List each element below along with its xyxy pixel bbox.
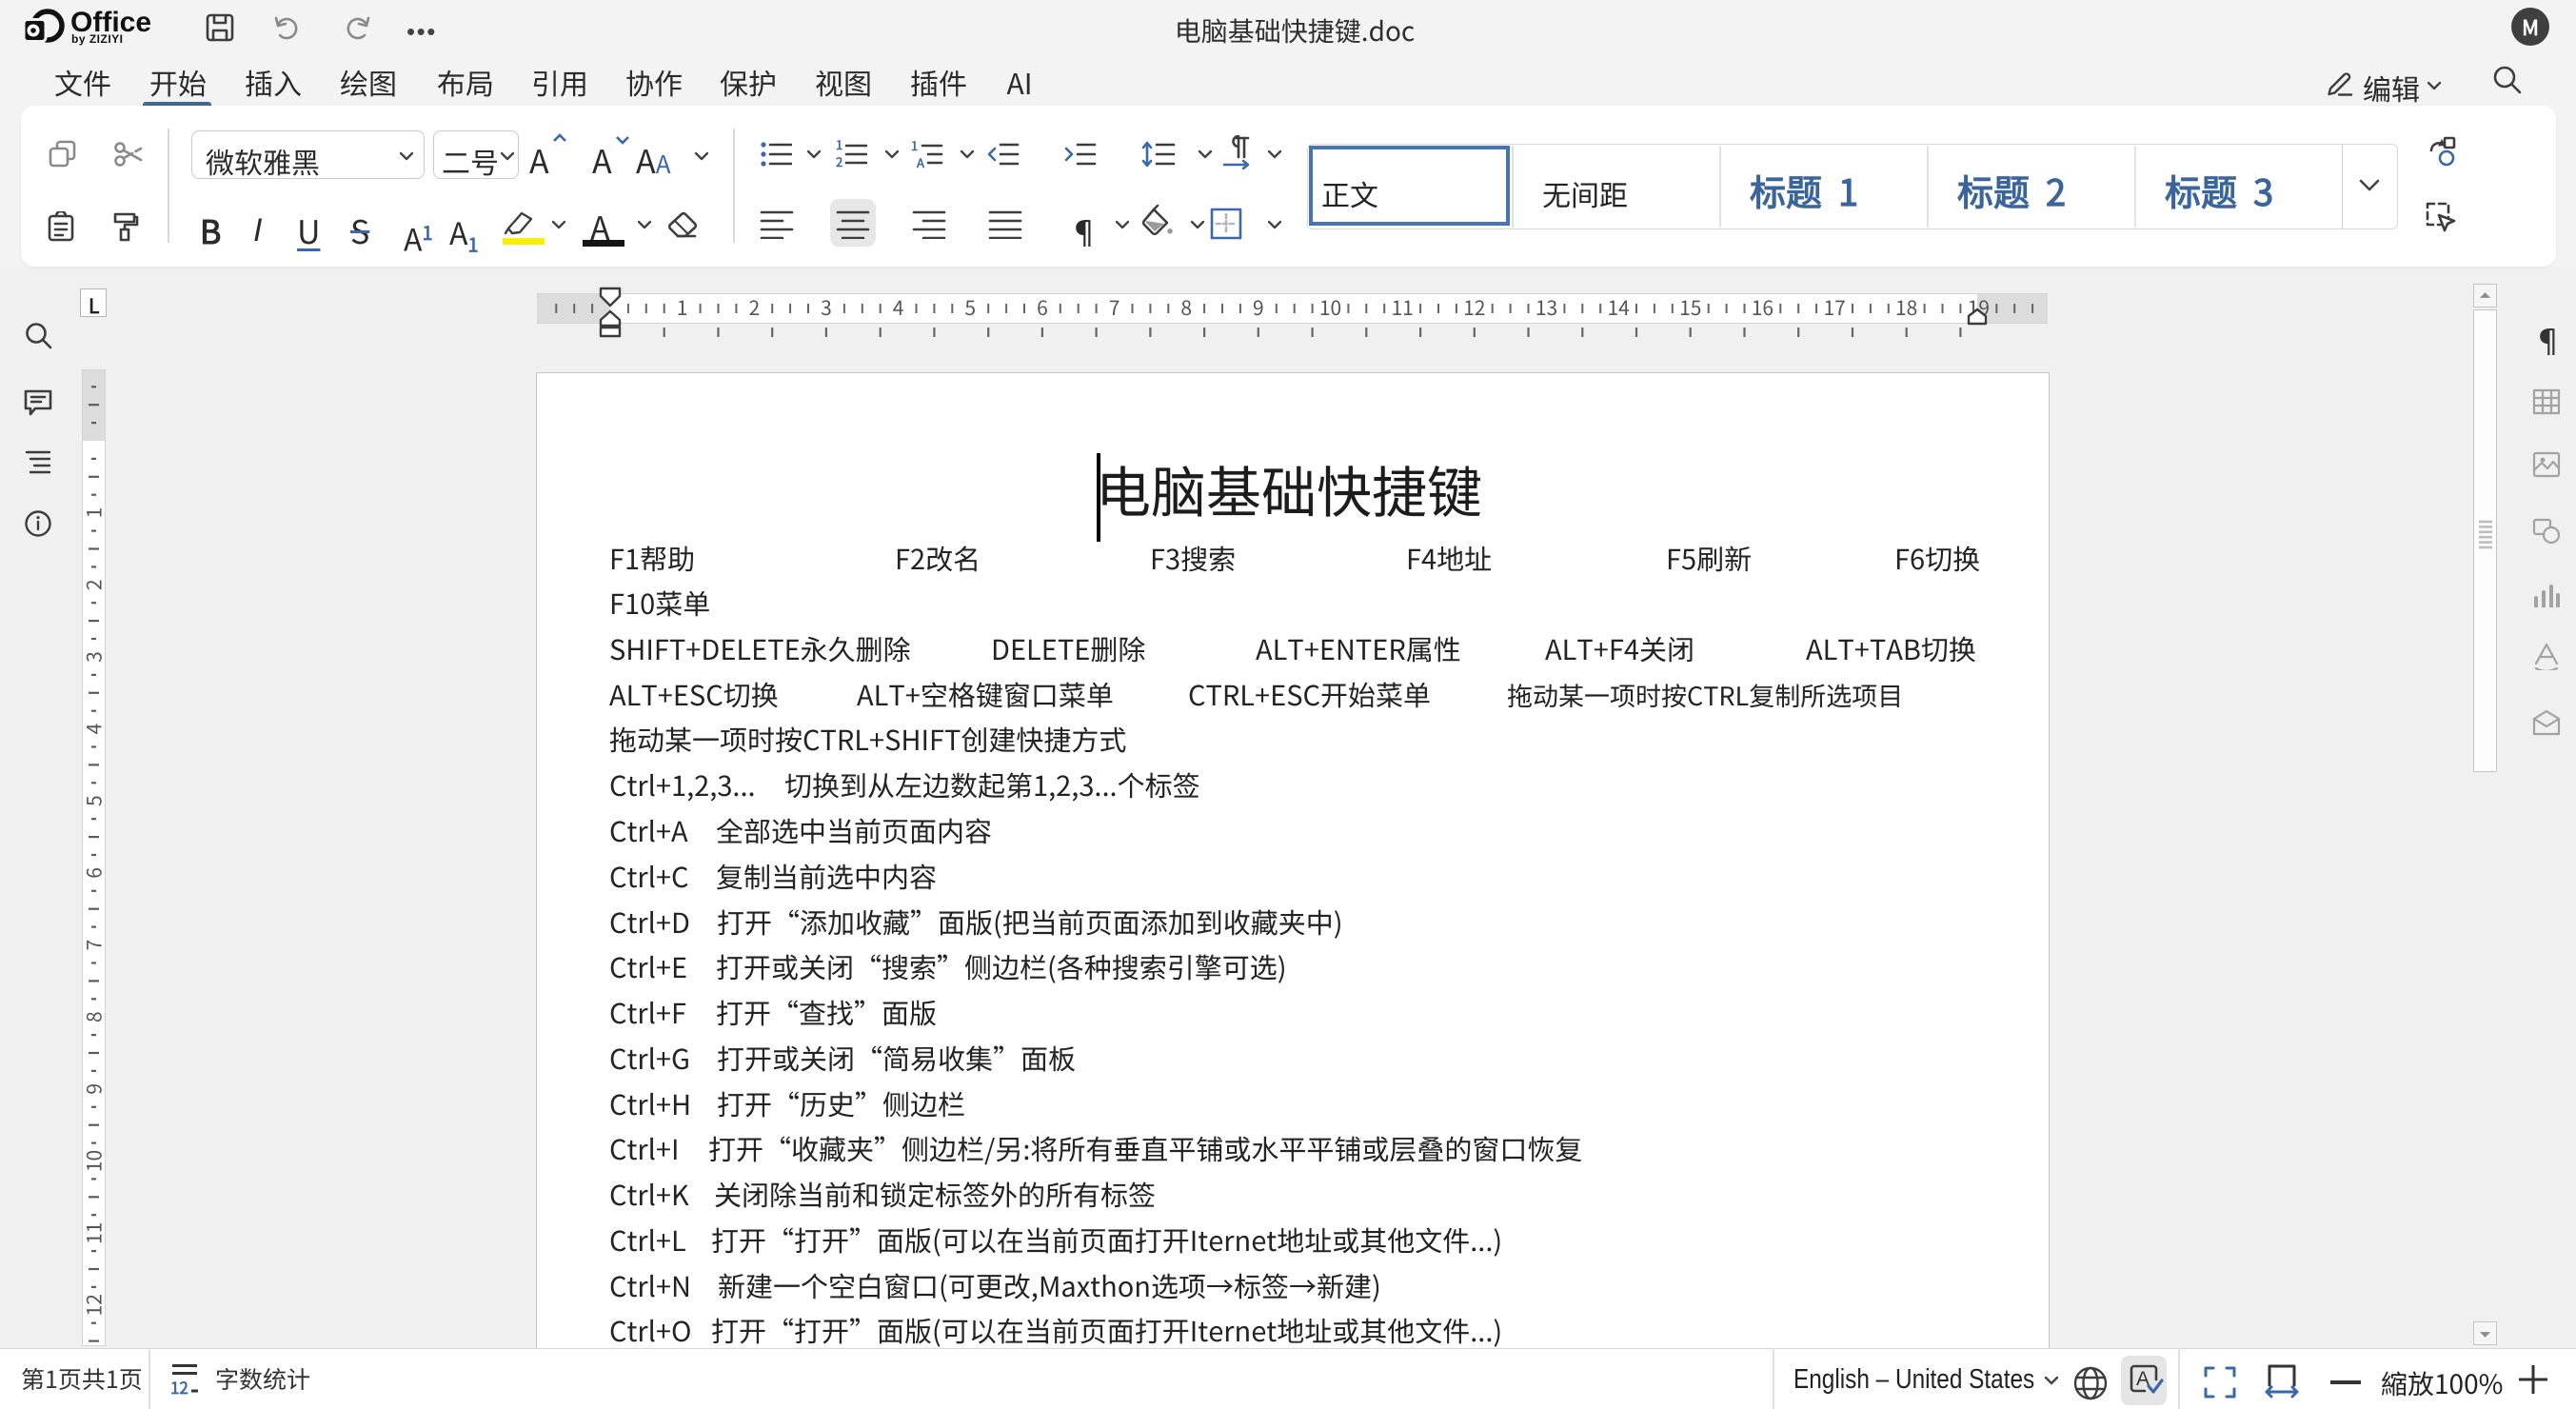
svg-text:17: 17 bbox=[1823, 293, 1845, 322]
svg-text:18: 18 bbox=[1895, 293, 1917, 322]
svg-text:A: A bbox=[916, 153, 925, 169]
svg-text:1: 1 bbox=[911, 139, 918, 154]
svg-text:6: 6 bbox=[1037, 293, 1048, 322]
svg-text:3: 3 bbox=[821, 293, 832, 322]
svg-text:10: 10 bbox=[1319, 293, 1341, 322]
svg-text:8: 8 bbox=[1180, 293, 1192, 322]
svg-text:1: 1 bbox=[82, 507, 106, 519]
svg-text:1: 1 bbox=[677, 293, 688, 322]
svg-text:16: 16 bbox=[1752, 293, 1773, 322]
svg-text:15: 15 bbox=[1679, 293, 1701, 322]
svg-text:2: 2 bbox=[748, 293, 760, 322]
svg-text:9: 9 bbox=[1253, 293, 1264, 322]
svg-text:4: 4 bbox=[893, 293, 904, 322]
svg-text:1: 1 bbox=[836, 139, 842, 153]
svg-text:5: 5 bbox=[964, 293, 976, 322]
svg-text:14: 14 bbox=[1607, 293, 1629, 322]
svg-text:12: 12 bbox=[1463, 293, 1485, 322]
svg-text:13: 13 bbox=[1536, 293, 1557, 322]
svg-text:12: 12 bbox=[170, 1375, 188, 1397]
svg-text:7: 7 bbox=[1109, 293, 1120, 322]
svg-text:2: 2 bbox=[836, 152, 842, 169]
svg-text:11: 11 bbox=[1392, 293, 1414, 322]
